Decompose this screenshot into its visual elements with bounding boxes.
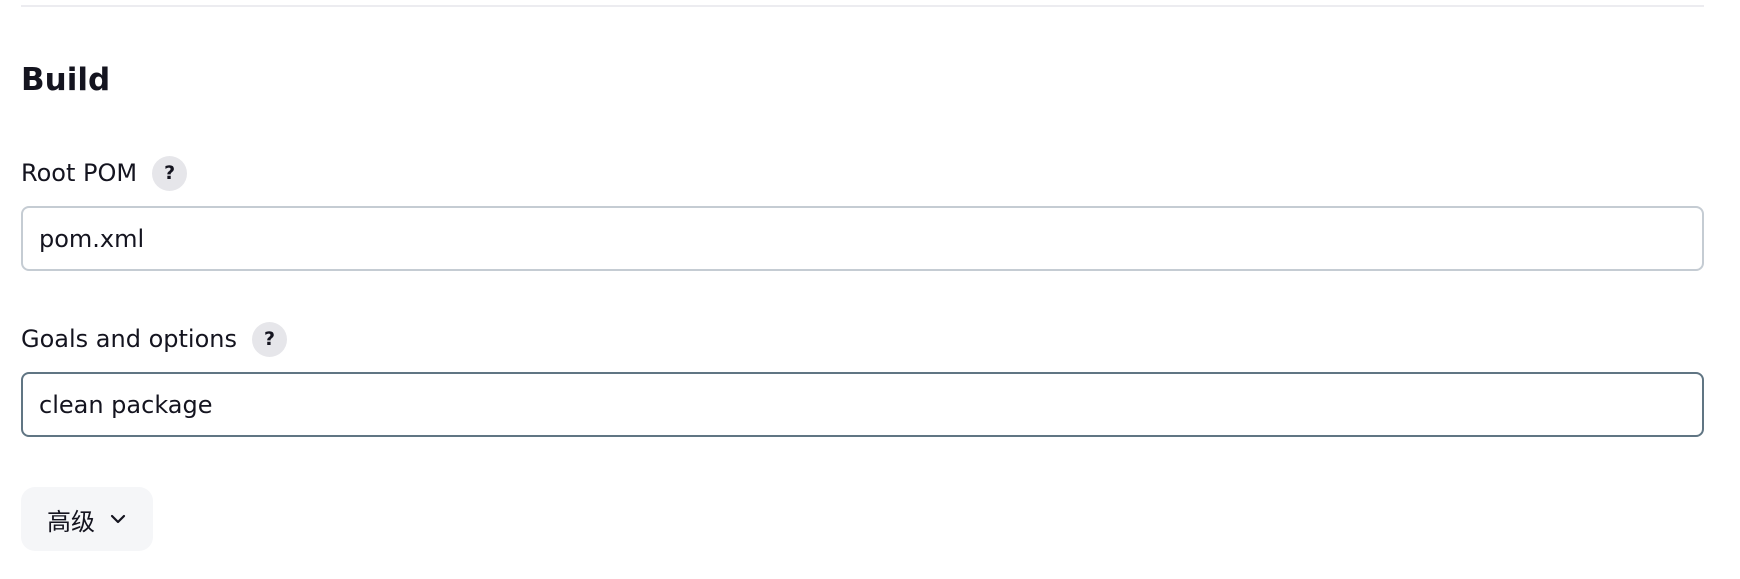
goals-label-row: Goals and options ? — [21, 320, 287, 358]
chevron-down-icon — [110, 514, 126, 524]
root-pom-help-button[interactable]: ? — [152, 155, 188, 191]
build-section: Build Root POM ? Goals and options ? 高级 — [0, 0, 1740, 579]
root-pom-input[interactable] — [21, 206, 1704, 271]
goals-label: Goals and options — [21, 325, 237, 353]
section-title: Build — [21, 62, 111, 98]
section-divider — [21, 5, 1704, 7]
root-pom-label: Root POM — [21, 159, 138, 187]
root-pom-label-row: Root POM ? — [21, 154, 188, 192]
goals-input[interactable] — [21, 372, 1704, 437]
advanced-label: 高级 — [47, 507, 95, 536]
goals-help-button[interactable]: ? — [251, 321, 287, 357]
advanced-button[interactable]: 高级 — [21, 487, 153, 551]
